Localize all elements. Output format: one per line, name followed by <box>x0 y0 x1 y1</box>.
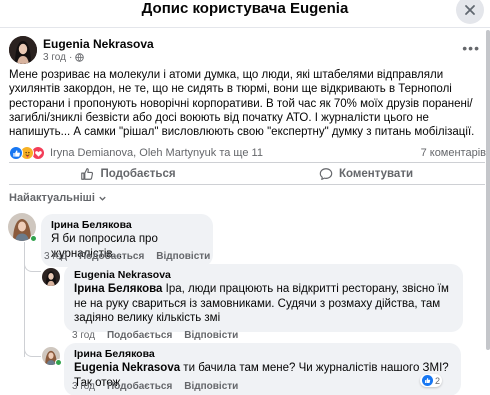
mention-link[interactable]: Eugenia Nekrasova <box>74 362 180 374</box>
comment-time[interactable]: 3 год <box>72 330 95 341</box>
comment-like-button[interactable]: Подобається <box>107 330 172 341</box>
comment-author[interactable]: Ірина Белякова <box>74 348 451 361</box>
comment-label: Коментувати <box>338 167 414 180</box>
avatar[interactable] <box>42 268 60 286</box>
close-icon <box>465 5 475 15</box>
comment-bubble: Eugenia Nekrasova Ірина Белякова Іра, лю… <box>64 264 463 332</box>
comment-reactions[interactable]: 2 <box>420 374 443 387</box>
comments-count[interactable]: 7 коментарів <box>421 147 486 159</box>
like-label: Подобається <box>100 167 176 180</box>
close-button[interactable] <box>456 0 484 24</box>
reactions-summary[interactable]: Iryna Demianova, Oleh Martynyuk та ще 11 <box>9 146 263 160</box>
like-reaction-icon <box>422 375 433 386</box>
comment-like-button[interactable]: Подобається <box>79 251 144 262</box>
comment-author[interactable]: Eugenia Nekrasova <box>74 269 453 282</box>
post-text: Мене розриває на молекули і атоми думка,… <box>9 69 475 139</box>
comment-reply-button[interactable]: Відповісти <box>156 251 210 262</box>
comment-reply-button[interactable]: Відповісти <box>184 381 238 392</box>
comment-like-button[interactable]: Подобається <box>107 381 172 392</box>
reaction-count: 2 <box>435 375 441 386</box>
like-reaction-icon <box>9 146 23 160</box>
post-meta: 3 год · <box>43 52 85 63</box>
comment-author[interactable]: Ірина Белякова <box>51 219 203 232</box>
post-actions: Подобається Коментувати <box>9 162 485 185</box>
online-status-indicator <box>30 235 37 242</box>
thread-line <box>24 340 41 357</box>
comment-icon <box>319 167 333 180</box>
comment-time[interactable]: 3 год <box>72 381 95 392</box>
chevron-down-icon <box>99 196 106 201</box>
comment-meta: 3 год Подобається Відповісти <box>72 330 238 341</box>
globe-icon <box>75 53 85 62</box>
mention-link[interactable]: Ірина Белякова <box>74 283 162 295</box>
more-icon: ••• <box>462 40 480 56</box>
comment-text: Ірина Белякова Іра, люди працюють на від… <box>74 282 453 326</box>
scrollbar[interactable] <box>486 30 490 350</box>
comments-sort-dropdown[interactable]: Найактуальніші <box>9 192 107 204</box>
comment-time[interactable]: 3 год <box>44 251 67 262</box>
comment-reply-button[interactable]: Відповісти <box>184 330 238 341</box>
comment-meta: 3 год Подобається Відповісти <box>72 381 238 392</box>
comment-button[interactable]: Коментувати <box>247 163 485 184</box>
post-author[interactable]: Eugenia Nekrasova <box>43 37 154 51</box>
avatar[interactable] <box>9 36 37 64</box>
dialog-title: Допис користувача Eugenia <box>141 0 349 17</box>
sort-label: Найактуальніші <box>9 192 95 204</box>
like-button[interactable]: Подобається <box>9 163 247 184</box>
online-status-indicator <box>55 359 62 366</box>
comment-meta: 3 год Подобається Відповісти <box>44 251 210 262</box>
dialog-header: Допис користувача Eugenia <box>0 0 490 28</box>
more-options-button[interactable]: ••• <box>462 40 480 56</box>
reactions-names[interactable]: Iryna Demianova, Oleh Martynyuk та ще 11 <box>50 147 263 159</box>
thumbs-up-icon <box>81 167 94 180</box>
post-time[interactable]: 3 год <box>43 52 66 63</box>
